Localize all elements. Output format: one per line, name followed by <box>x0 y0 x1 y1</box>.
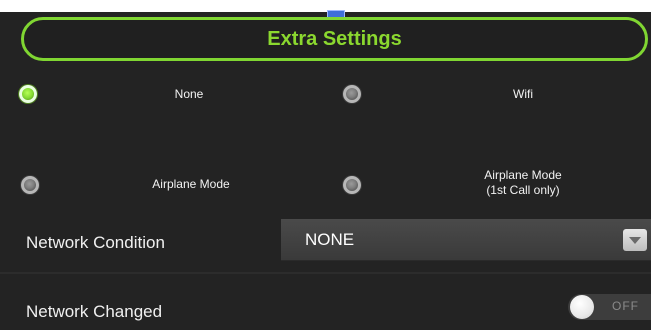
network-condition-dropdown[interactable]: NONE <box>281 219 651 261</box>
radio-button-none[interactable] <box>19 85 37 103</box>
chevron-down-icon[interactable] <box>623 229 647 251</box>
header-title: Extra Settings <box>267 27 402 50</box>
network-changed-label: Network Changed <box>26 302 163 321</box>
radio-label-wifi: Wifi <box>513 87 533 101</box>
top-bar <box>0 0 651 12</box>
network-changed-toggle[interactable]: OFF <box>568 294 651 320</box>
divider <box>0 272 651 274</box>
radio-option-airplane-mode[interactable]: Airplane Mode <box>21 174 281 196</box>
toggle-state-text: OFF <box>612 299 639 313</box>
radio-option-none[interactable]: None <box>19 83 279 105</box>
network-condition-label: Network Condition <box>26 233 165 252</box>
radio-option-wifi[interactable]: Wifi <box>343 83 643 105</box>
radio-label-airplane-mode: Airplane Mode <box>152 177 230 191</box>
radio-button-airplane-mode[interactable] <box>21 176 39 194</box>
radio-button-wifi[interactable] <box>343 85 361 103</box>
toggle-knob[interactable] <box>570 295 594 319</box>
network-condition-value: NONE <box>305 229 355 249</box>
extra-settings-header: Extra Settings <box>21 17 648 61</box>
radio-button-airplane-mode-first-call[interactable] <box>343 176 361 194</box>
radio-label-none: None <box>174 87 204 101</box>
radio-label-airplane-mode-first-call: Airplane Mode (1st Call only) <box>484 168 562 197</box>
radio-option-airplane-mode-first-call[interactable]: Airplane Mode (1st Call only) <box>343 168 643 197</box>
